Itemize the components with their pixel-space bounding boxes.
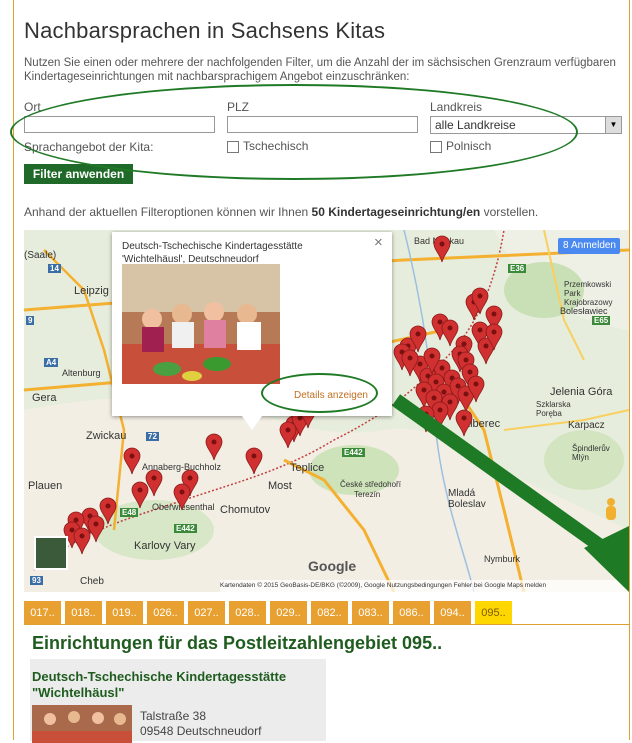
tab-083[interactable]: 083.. — [352, 601, 390, 625]
tab-028[interactable]: 028.. — [229, 601, 267, 625]
map[interactable]: (Saale) Leipzig Altenburg Gera Zwickau P… — [24, 230, 629, 592]
annotation-arrow — [391, 394, 629, 592]
panel-heading: Einrichtungen für das Postleitzahlengebi… — [32, 633, 443, 653]
tab-095[interactable]: 095.. — [475, 601, 513, 625]
tab-086[interactable]: 086.. — [393, 601, 431, 625]
result-suffix: vorstellen. — [480, 205, 539, 219]
kita-thumbnail — [32, 705, 132, 743]
dropdown-arrow-icon[interactable]: ▼ — [605, 117, 621, 133]
tab-019[interactable]: 019.. — [106, 601, 144, 625]
kita-card[interactable]: Deutsch-Tschechische Kindertagesstätte "… — [30, 659, 326, 743]
tab-082[interactable]: 082.. — [311, 601, 349, 625]
kita-address: Talstraße 38 09548 Deutschneudorf — [140, 709, 261, 739]
tab-018[interactable]: 018.. — [65, 601, 103, 625]
result-prefix: Anhand der aktuellen Filteroptionen könn… — [24, 205, 312, 219]
annotation-ellipse-filters — [10, 84, 578, 180]
kita-name[interactable]: Deutsch-Tschechische Kindertagesstätte "… — [32, 669, 322, 701]
tab-017[interactable]: 017.. — [24, 601, 62, 625]
tab-029[interactable]: 029.. — [270, 601, 308, 625]
results-panel: Einrichtungen für das Postleitzahlengebi… — [24, 624, 629, 743]
kita-street: Talstraße 38 — [140, 709, 207, 723]
left-border — [13, 0, 14, 740]
result-count-text: Anhand der aktuellen Filteroptionen könn… — [24, 205, 538, 219]
tab-094[interactable]: 094.. — [434, 601, 472, 625]
result-count: 50 Kindertageseinrichtung/en — [311, 205, 481, 219]
kita-city: 09548 Deutschneudorf — [140, 724, 262, 738]
page: Nachbarsprachen in Sachsens Kitas Nutzen… — [0, 0, 632, 743]
page-title: Nachbarsprachen in Sachsens Kitas — [24, 18, 386, 43]
right-border — [629, 0, 630, 740]
tab-026[interactable]: 026.. — [147, 601, 185, 625]
tab-027[interactable]: 027.. — [188, 601, 226, 625]
intro-text: Nutzen Sie einen oder mehrere der nachfo… — [24, 57, 616, 83]
